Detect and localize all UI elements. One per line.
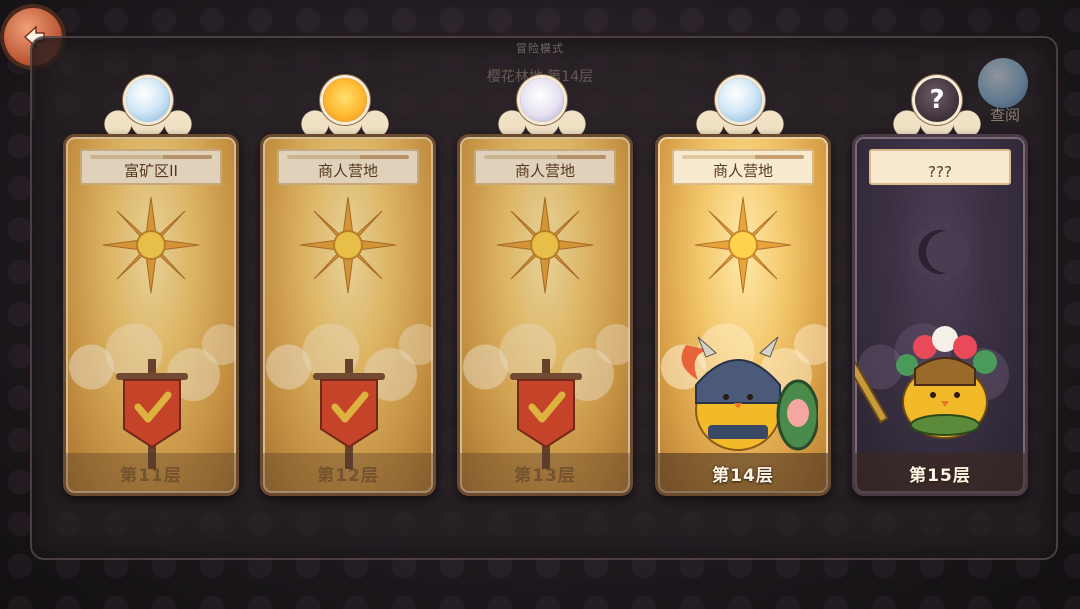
sun-orb-icon: [323, 78, 367, 122]
ghost-orb-icon: [520, 78, 564, 122]
progress-bar: [90, 155, 212, 159]
progress-bar: [287, 155, 409, 159]
boss-character-icon: [855, 326, 997, 439]
card-medallion: [498, 78, 586, 138]
floor-card-11[interactable]: 富矿区II 第11层: [63, 134, 239, 496]
moon-icon: [910, 222, 970, 282]
knight-chick-character-icon: [681, 336, 818, 451]
question-mark-icon: ?: [915, 78, 959, 122]
sun-compass-icon: [102, 196, 200, 294]
sun-compass-icon: [496, 196, 594, 294]
floor-label: 第15层: [855, 453, 1025, 493]
card-medallion: [301, 78, 389, 138]
info-label[interactable]: 查阅: [980, 104, 1030, 125]
card-name: 富矿区II: [124, 162, 178, 180]
card-name-plate: 商人营地: [277, 149, 419, 185]
card-medallion: ?: [893, 78, 981, 138]
mode-label: 冒险模式: [516, 42, 564, 55]
card-name: 商人营地: [317, 162, 378, 180]
card-name-plate: ???: [869, 149, 1011, 185]
floor-label: 第12层: [263, 453, 433, 493]
info-orb-icon[interactable]: [978, 58, 1028, 108]
floor-card-12[interactable]: 商人营地 第12层: [260, 134, 436, 496]
cleared-banner-icon: [116, 359, 188, 469]
card-medallion: [104, 78, 192, 138]
sun-compass-icon: [299, 196, 397, 294]
card-name: 商人营地: [514, 162, 575, 180]
card-name-plate: 商人营地: [474, 149, 616, 185]
cloud-background: [66, 307, 236, 457]
card-name: ???: [928, 163, 952, 181]
ice-orb-icon: [718, 78, 762, 122]
card-name: 商人营地: [712, 162, 773, 180]
cleared-banner-icon: [510, 359, 582, 469]
progress-bar: [484, 155, 606, 159]
ice-orb-icon: [126, 78, 170, 122]
cleared-banner-icon: [313, 359, 385, 469]
floor-card-13[interactable]: 商人营地 第13层: [457, 134, 633, 496]
progress-bar: [682, 155, 804, 159]
floor-label: 第11层: [66, 453, 236, 493]
floor-label: 第14层: [658, 453, 828, 493]
card-name-plate: 商人营地: [672, 149, 814, 185]
card-medallion: [696, 78, 784, 138]
floor-card-14[interactable]: 商人营地 第14层: [655, 134, 831, 496]
sun-compass-icon: [694, 196, 792, 294]
cloud-background: [460, 307, 630, 457]
floor-label: 第13层: [460, 453, 630, 493]
floor-card-15[interactable]: ??? 第15层: [852, 134, 1028, 496]
card-name-plate: 富矿区II: [80, 149, 222, 185]
cloud-background: [263, 307, 433, 457]
